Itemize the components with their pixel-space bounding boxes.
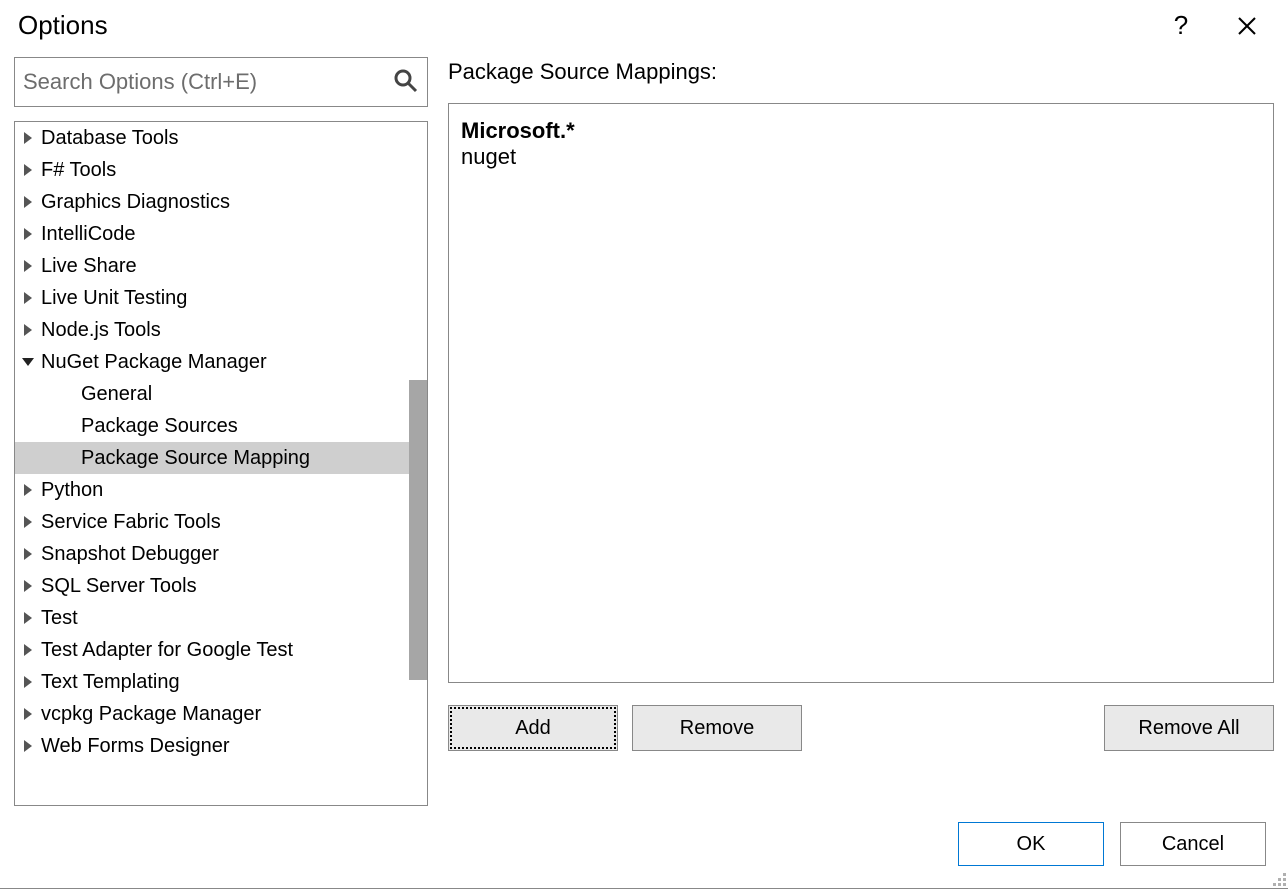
search-wrapper xyxy=(14,57,428,107)
right-panel: Package Source Mappings: Microsoft.* nug… xyxy=(448,57,1274,806)
panel-heading: Package Source Mappings: xyxy=(448,59,1274,85)
tree-item[interactable]: vcpkg Package Manager xyxy=(15,698,427,730)
mappings-listbox[interactable]: Microsoft.* nuget xyxy=(448,103,1274,683)
tree-item-label: Live Share xyxy=(41,255,137,278)
expand-icon[interactable] xyxy=(21,324,35,336)
options-tree: Database Tools F# Tools Graphics Diagnosti… xyxy=(14,121,428,806)
search-icon[interactable] xyxy=(393,68,421,96)
tree-item[interactable]: Database Tools xyxy=(15,122,427,154)
mapping-pattern: Microsoft.* xyxy=(461,118,1261,144)
tree-item[interactable]: SQL Server Tools xyxy=(15,570,427,602)
titlebar: Options ? xyxy=(0,0,1288,47)
tree-item[interactable]: NuGet Package Manager xyxy=(15,346,427,378)
ok-button[interactable]: OK xyxy=(958,822,1104,866)
expand-icon[interactable] xyxy=(21,580,35,592)
tree-item[interactable]: Snapshot Debugger xyxy=(15,538,427,570)
expand-icon[interactable] xyxy=(21,676,35,688)
tree-item[interactable]: Live Unit Testing xyxy=(15,282,427,314)
tree-item-label: Package Source Mapping xyxy=(81,447,310,470)
tree-item[interactable]: Graphics Diagnostics xyxy=(15,186,427,218)
tree-item-label: Service Fabric Tools xyxy=(41,511,221,534)
expand-icon[interactable] xyxy=(21,484,35,496)
close-icon xyxy=(1237,16,1257,36)
tree-item[interactable]: Live Share xyxy=(15,250,427,282)
tree-item-label: Test Adapter for Google Test xyxy=(41,639,293,662)
expand-icon[interactable] xyxy=(21,132,35,144)
left-panel: Database Tools F# Tools Graphics Diagnosti… xyxy=(14,57,428,806)
help-icon: ? xyxy=(1174,10,1188,40)
tree-item[interactable]: F# Tools xyxy=(15,154,427,186)
dialog-footer-buttons: OK Cancel xyxy=(0,806,1288,888)
cancel-button[interactable]: Cancel xyxy=(1120,822,1266,866)
expand-icon[interactable] xyxy=(21,228,35,240)
tree-item-label: IntelliCode xyxy=(41,223,136,246)
remove-button[interactable]: Remove xyxy=(632,705,802,751)
scrollbar-thumb[interactable] xyxy=(409,380,427,680)
expand-icon[interactable] xyxy=(21,260,35,272)
tree-item[interactable]: Node.js Tools xyxy=(15,314,427,346)
tree-scroll[interactable]: Database Tools F# Tools Graphics Diagnosti… xyxy=(15,122,427,805)
tree-item-label: Graphics Diagnostics xyxy=(41,191,230,214)
tree-item-label: Database Tools xyxy=(41,127,179,150)
tree-item[interactable]: IntelliCode xyxy=(15,218,427,250)
tree-item[interactable]: Web Forms Designer xyxy=(15,730,427,762)
tree-item-label: Snapshot Debugger xyxy=(41,543,219,566)
expand-icon[interactable] xyxy=(21,164,35,176)
tree-item[interactable]: Test Adapter for Google Test xyxy=(15,634,427,666)
tree-item[interactable]: Package Source Mapping xyxy=(15,442,427,474)
tree-item-label: General xyxy=(81,383,152,406)
expand-icon[interactable] xyxy=(21,548,35,560)
resize-grip[interactable] xyxy=(1268,868,1286,886)
expand-icon[interactable] xyxy=(21,292,35,304)
search-input[interactable] xyxy=(15,63,427,101)
tree-item-label: SQL Server Tools xyxy=(41,575,197,598)
add-button[interactable]: Add xyxy=(448,705,618,751)
tree-item[interactable]: Service Fabric Tools xyxy=(15,506,427,538)
tree-item-label: Node.js Tools xyxy=(41,319,161,342)
tree-item-label: Test xyxy=(41,607,78,630)
tree-item[interactable]: Package Sources xyxy=(15,410,427,442)
close-button[interactable] xyxy=(1224,16,1270,36)
tree-item-label: Live Unit Testing xyxy=(41,287,187,310)
tree-item-label: Python xyxy=(41,479,103,502)
remove-all-button[interactable]: Remove All xyxy=(1104,705,1274,751)
tree-item-label: Web Forms Designer xyxy=(41,735,230,758)
tree-item[interactable]: General xyxy=(15,378,427,410)
mapping-buttons-row: Add Remove Remove All xyxy=(448,705,1274,751)
tree-item[interactable]: Text Templating xyxy=(15,666,427,698)
mapping-source: nuget xyxy=(461,144,1261,170)
expand-icon[interactable] xyxy=(21,708,35,720)
mapping-entry[interactable]: Microsoft.* nuget xyxy=(461,118,1261,170)
expand-icon[interactable] xyxy=(21,196,35,208)
expand-icon[interactable] xyxy=(21,516,35,528)
tree-item-label: vcpkg Package Manager xyxy=(41,703,261,726)
tree-item-label: Package Sources xyxy=(81,415,238,438)
tree-item[interactable]: Python xyxy=(15,474,427,506)
tree-item-label: Text Templating xyxy=(41,671,180,694)
tree-item-label: NuGet Package Manager xyxy=(41,351,267,374)
help-button[interactable]: ? xyxy=(1158,10,1204,41)
options-dialog: Options ? Database Tools xyxy=(0,0,1288,889)
expand-icon[interactable] xyxy=(21,644,35,656)
tree-item[interactable]: Test xyxy=(15,602,427,634)
tree-item-label: F# Tools xyxy=(41,159,116,182)
collapse-icon[interactable] xyxy=(21,358,35,366)
dialog-body: Database Tools F# Tools Graphics Diagnosti… xyxy=(0,47,1288,806)
dialog-title: Options xyxy=(18,10,1138,41)
expand-icon[interactable] xyxy=(21,740,35,752)
expand-icon[interactable] xyxy=(21,612,35,624)
